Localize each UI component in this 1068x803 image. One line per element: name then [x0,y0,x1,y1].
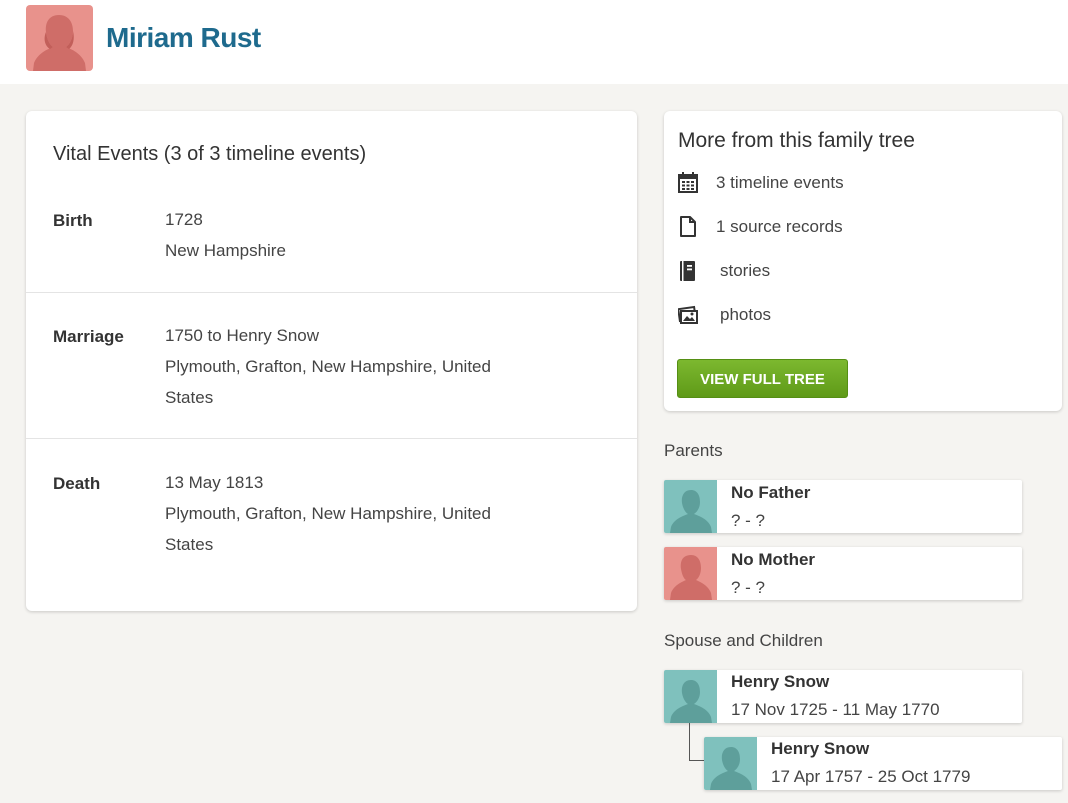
spouse-name: Henry Snow [731,672,830,691]
person-name: Miriam Rust [106,22,261,53]
view-full-tree-button[interactable]: VIEW FULL TREE [677,359,848,398]
event-date: 1728 [165,210,203,229]
stories-link[interactable]: stories [678,258,1048,288]
female-silhouette-icon [26,5,93,71]
more-title: More from this family tree [678,129,915,152]
mother-card[interactable]: No Mother ? - ? [664,547,1022,600]
child-dates: 17 Apr 1757 - 25 Oct 1779 [771,767,971,786]
spouse-dates: 17 Nov 1725 - 11 May 1770 [731,700,940,719]
timeline-events-label: 3 timeline events [716,173,844,192]
stories-label: stories [720,261,771,280]
parent-dates: ? - ? [731,578,766,597]
event-place: Plymouth, Grafton, New Hampshire, United [165,504,491,523]
event-place-cont: States [165,535,214,554]
child-name: Henry Snow [771,739,870,758]
spouse-children-heading: Spouse and Children [664,631,823,650]
male-silhouette-icon [664,670,717,723]
calendar-icon [678,172,698,194]
book-icon [678,260,698,282]
male-silhouette-icon [704,737,757,790]
spouse-card[interactable]: Henry Snow 17 Nov 1725 - 11 May 1770 [664,670,1022,723]
event-place: Plymouth, Grafton, New Hampshire, United [165,357,491,376]
parent-name: No Father [731,483,811,502]
event-type: Marriage [53,327,124,346]
event-date: 13 May 1813 [165,473,264,492]
document-icon [678,216,698,238]
tree-connector [689,723,705,761]
event-date: 1750 to Henry Snow [165,326,320,345]
photos-label: photos [720,305,772,324]
timeline-events-link[interactable]: 3 timeline events [678,170,1048,200]
source-records-link[interactable]: 1 source records [678,214,1048,244]
photos-link[interactable]: photos [677,302,1048,332]
event-type: Death [53,474,101,493]
event-type: Birth [53,211,93,230]
female-silhouette-icon [664,547,717,600]
vital-events-title: Vital Events (3 of 3 timeline events) [53,143,367,165]
parent-dates: ? - ? [731,511,766,530]
more-from-tree-card: More from this family tree 3 timeline ev… [664,111,1062,411]
vital-events-card: Vital Events (3 of 3 timeline events) Bi… [26,111,637,611]
parents-heading: Parents [664,441,723,460]
divider [26,292,637,293]
person-header: Miriam Rust [0,0,1068,84]
source-records-label: 1 source records [716,217,843,236]
child-card[interactable]: Henry Snow 17 Apr 1757 - 25 Oct 1779 [704,737,1062,790]
event-place: New Hampshire [165,241,286,260]
parent-name: No Mother [731,550,816,569]
divider [26,438,637,439]
male-silhouette-icon [664,480,717,533]
event-place-cont: States [165,388,214,407]
photos-icon [677,304,698,326]
father-card[interactable]: No Father ? - ? [664,480,1022,533]
